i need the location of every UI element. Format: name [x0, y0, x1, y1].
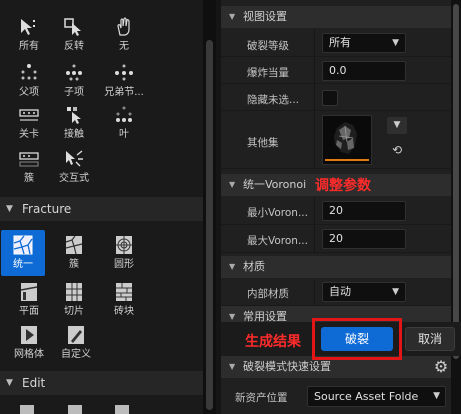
collapse-arrow-icon: ▼: [6, 204, 13, 214]
other-set-row: 其他集 ▼ ⟲: [221, 112, 451, 169]
edit-section-header[interactable]: ▼ Edit: [0, 371, 203, 395]
parent-icon: [21, 64, 37, 80]
edit-section-title: Edit: [22, 376, 46, 390]
left-scrollbar[interactable]: [203, 0, 216, 414]
select-interactive-button[interactable]: 交互式: [45, 144, 103, 190]
chevron-down-icon: ▼: [392, 287, 399, 297]
min-voronoi-input[interactable]: 20: [322, 201, 406, 221]
leaf-icon: [116, 106, 132, 122]
property-label: 最小Voron...: [247, 207, 308, 219]
chevron-down-icon: ▼: [393, 120, 401, 130]
reset-arrow-icon: ⟲: [391, 143, 403, 157]
property-label: 新资产位置: [235, 392, 288, 404]
tool-label: 统一: [13, 259, 33, 270]
select-none-icon: [117, 17, 130, 36]
dropdown-value: 所有: [329, 36, 351, 49]
radial-icon: [116, 236, 132, 254]
edit-tool-icon[interactable]: [20, 405, 34, 414]
collapse-arrow-icon: ▼: [6, 378, 13, 388]
explode-amount-input[interactable]: 0.0: [322, 61, 406, 81]
children-icon: [66, 64, 82, 81]
fracture-level-row: 破裂等级 所有 ▼: [221, 30, 451, 57]
fracture-section-title: Fracture: [22, 202, 72, 216]
dropdown-value: Source Asset Folde: [314, 390, 419, 403]
contact-icon: [67, 107, 81, 124]
property-label: 破裂等级: [247, 40, 289, 52]
fracture-section-header[interactable]: ▼ Fracture: [0, 197, 203, 221]
property-label: 爆炸当量: [247, 67, 289, 79]
select-siblings-button[interactable]: 兄弟节...: [95, 58, 153, 104]
property-label: 隐藏未选...: [247, 94, 300, 106]
category-title: 破裂模式快速设置: [243, 360, 331, 373]
category-title: 统一Voronoi: [243, 178, 307, 191]
invert-selection-icon: [64, 18, 81, 36]
hide-unselected-row: 隐藏未选...: [221, 85, 451, 111]
collapse-arrow-icon: ▼: [229, 180, 236, 189]
mesh-icon: [21, 326, 37, 344]
level-icon: [19, 109, 39, 121]
annotation-generate-result: 生成结果: [245, 334, 301, 350]
category-title: 视图设置: [243, 10, 287, 23]
dropdown-value: 自动: [329, 285, 351, 298]
asset-picker-dropdown[interactable]: ▼: [387, 117, 407, 134]
explode-amount-row: 爆炸当量 0.0: [221, 58, 451, 84]
brick-fracture-button[interactable]: 砖块: [95, 277, 153, 323]
settings-gear-button[interactable]: ⚙: [431, 357, 451, 377]
select-leaf-button[interactable]: 叶: [95, 100, 153, 146]
category-title: 材质: [243, 260, 265, 273]
details-scrollbar-thumb[interactable]: [453, 4, 459, 359]
hide-unselected-checkbox[interactable]: [322, 90, 338, 106]
tool-label: 砖块: [114, 306, 134, 317]
chevron-down-icon: ▼: [392, 38, 399, 48]
slice-icon: [66, 283, 82, 301]
cancel-button[interactable]: 取消: [405, 327, 455, 351]
property-label: 其他集: [247, 137, 279, 149]
internal-material-dropdown[interactable]: 自动 ▼: [322, 282, 406, 302]
fracture-button[interactable]: 破裂: [321, 327, 393, 351]
fracture-mode-toolbar: 所有 反转 无 父项 子项 兄弟节... 关卡 接触 叶 簇 交互式 ▼ Fra…: [0, 0, 203, 414]
asset-thumbnail[interactable]: [322, 115, 372, 165]
fractured-geometry-thumbnail-icon: [325, 122, 369, 161]
property-label: 内部材质: [247, 288, 289, 300]
tool-label: 叶: [119, 129, 129, 140]
min-voronoi-row: 最小Voron... 20: [221, 198, 451, 225]
plane-icon: [20, 283, 38, 301]
internal-material-row: 内部材质 自动 ▼: [221, 280, 451, 306]
siblings-icon: [115, 64, 133, 81]
edit-tool-icon[interactable]: [115, 405, 129, 414]
select-all-icon: [21, 19, 35, 35]
tool-label: 自定义: [61, 349, 91, 360]
cluster-fracture-icon: [65, 235, 83, 255]
collapse-arrow-icon: ▼: [229, 262, 236, 271]
custom-icon: [68, 326, 84, 344]
tool-label: 交互式: [59, 173, 89, 184]
gear-icon: ⚙: [433, 357, 449, 376]
annotation-adjust-params: 调整参数: [315, 178, 371, 194]
max-voronoi-row: 最大Voron... 20: [221, 226, 451, 253]
tool-label: 无: [119, 41, 129, 52]
new-asset-location-row: 新资产位置 Source Asset Folde ▼: [221, 380, 451, 414]
max-voronoi-input[interactable]: 20: [322, 229, 406, 249]
brick-icon: [116, 283, 132, 301]
select-none-button[interactable]: 无: [95, 12, 153, 58]
uniform-fracture-button[interactable]: 统一: [1, 230, 45, 276]
tool-label: 圆形: [114, 259, 134, 270]
interactive-icon: [66, 150, 83, 167]
radial-fracture-button[interactable]: 圆形: [95, 230, 153, 276]
cluster-icon: [19, 152, 39, 167]
material-category[interactable]: ▼ 材质: [221, 256, 451, 278]
custom-fracture-button[interactable]: 自定义: [47, 320, 105, 366]
fracture-level-dropdown[interactable]: 所有 ▼: [322, 33, 406, 53]
new-asset-location-dropdown[interactable]: Source Asset Folde ▼: [307, 386, 446, 407]
chevron-down-icon: ▼: [431, 387, 440, 406]
uniform-voronoi-icon: [13, 235, 33, 255]
property-label: 最大Voron...: [247, 235, 308, 247]
collapse-arrow-icon: ▼: [229, 362, 236, 371]
collapse-arrow-icon: ▼: [229, 12, 236, 21]
reset-to-default-button[interactable]: ⟲: [387, 142, 407, 159]
tool-label: 兄弟节...: [104, 87, 144, 98]
left-scrollbar-thumb[interactable]: [206, 40, 213, 410]
view-settings-category[interactable]: ▼ 视图设置: [221, 6, 451, 28]
edit-tool-icon[interactable]: [68, 405, 82, 414]
